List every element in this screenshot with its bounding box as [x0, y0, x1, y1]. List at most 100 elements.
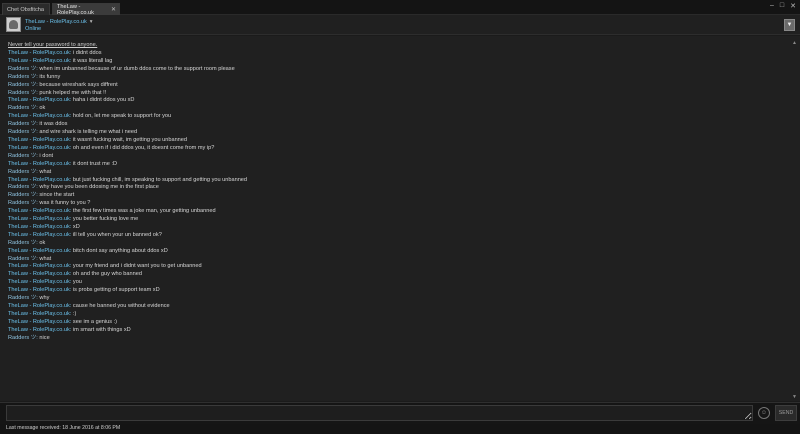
- message-author: Radders ツ:: [8, 295, 38, 302]
- message-text: its funny: [39, 73, 61, 80]
- chat-message: Radders ツ: i dont: [8, 153, 778, 161]
- message-list: TheLaw - RolePlay.co.uk: i didnt ddos The…: [8, 50, 778, 343]
- message-author: TheLaw - RolePlay.co.uk:: [8, 160, 72, 167]
- tab-label: TheLaw - RolePlay.co.uk: [57, 3, 94, 16]
- chat-message: TheLaw - RolePlay.co.uk: but just fuckin…: [8, 177, 778, 185]
- avatar[interactable]: [6, 17, 21, 32]
- chat-message: Radders ツ: what: [8, 169, 778, 177]
- message-text: your my friend and i didnt want you to g…: [72, 263, 202, 270]
- message-author: Radders ツ:: [8, 152, 38, 159]
- message-author: TheLaw - RolePlay.co.uk:: [8, 208, 72, 215]
- message-author: TheLaw - RolePlay.co.uk:: [8, 287, 72, 294]
- message-text: i didnt ddos: [72, 50, 102, 56]
- message-text: but just fucking chill, im speaking to s…: [72, 176, 248, 183]
- tab-thelaw[interactable]: TheLaw - RolePlay.co.uk ✕: [52, 3, 120, 16]
- emoticon-button[interactable]: ☺: [758, 407, 770, 419]
- chat-message: Radders ツ: it was ddos: [8, 121, 778, 129]
- window-controls: – □ ✕: [770, 2, 796, 10]
- chat-message: Radders ツ: and wire shark is telling me …: [8, 129, 778, 137]
- message-text: was it funny to you ?: [39, 200, 91, 207]
- chat-message: TheLaw - RolePlay.co.uk: it dont trust m…: [8, 161, 778, 169]
- chat-message: Radders ツ: was it funny to you ?: [8, 200, 778, 208]
- message-text: see im a genius :): [72, 318, 118, 325]
- message-author: Radders ツ:: [8, 89, 38, 96]
- message-author: Radders ツ:: [8, 168, 38, 175]
- message-text: is probs getting of support team xD: [72, 287, 160, 294]
- message-author: Radders ツ:: [8, 255, 38, 262]
- chat-message: TheLaw - RolePlay.co.uk: bitch dont say …: [8, 248, 778, 256]
- message-author: Radders ツ:: [8, 73, 38, 80]
- message-text: ok: [39, 105, 46, 112]
- tab-chet[interactable]: Chet Obsfitcha: [2, 3, 50, 15]
- close-icon[interactable]: ✕: [111, 6, 116, 13]
- chat-message: TheLaw - RolePlay.co.uk: you better fuck…: [8, 216, 778, 224]
- password-warning: Never tell your password to anyone.: [8, 42, 98, 48]
- message-author: Radders ツ:: [8, 105, 38, 112]
- chat-message: TheLaw - RolePlay.co.uk: it was literall…: [8, 58, 778, 66]
- message-author: Radders ツ:: [8, 192, 38, 199]
- chevron-down-icon: ▾: [89, 19, 93, 25]
- scroll-down-icon[interactable]: ▼: [792, 394, 797, 400]
- chat-message: TheLaw - RolePlay.co.uk: see im a genius…: [8, 319, 778, 327]
- message-text: bitch dont say anything about ddos xD: [72, 247, 168, 254]
- chat-message: Radders ツ: its funny: [8, 74, 778, 82]
- chat-message: Radders ツ: when im unbanned because of u…: [8, 66, 778, 74]
- message-text: it was ddos: [39, 121, 68, 128]
- chat-message: Radders ツ: nice: [8, 335, 778, 343]
- chat-message: TheLaw - RolePlay.co.uk: i didnt ddos: [8, 50, 778, 58]
- message-author: TheLaw - RolePlay.co.uk:: [8, 303, 72, 309]
- chevron-down-icon: ▼: [786, 22, 793, 28]
- chat-message: TheLaw - RolePlay.co.uk: ill tell you wh…: [8, 232, 778, 240]
- message-text: it was literall lag: [72, 57, 113, 64]
- message-author: Radders ツ:: [8, 239, 38, 246]
- chat-options-button[interactable]: ▼: [784, 19, 795, 31]
- message-text: it wasnt fucking wait, im getting you un…: [72, 136, 188, 143]
- friend-name-label: TheLaw - RolePlay.co.uk: [25, 19, 87, 25]
- message-author: TheLaw - RolePlay.co.uk:: [8, 231, 72, 238]
- last-message-time: Last message received: 18 June 2016 at 8…: [6, 425, 121, 431]
- chat-message: TheLaw - RolePlay.co.uk: it wasnt fuckin…: [8, 137, 778, 145]
- send-button[interactable]: SEND: [775, 405, 797, 421]
- message-text: xD: [72, 223, 80, 230]
- message-author: TheLaw - RolePlay.co.uk:: [8, 318, 72, 325]
- message-text: punk helped me with that !!: [39, 89, 107, 96]
- message-author: Radders ツ:: [8, 334, 38, 341]
- chat-message: Radders ツ: why: [8, 295, 778, 303]
- message-author: Radders ツ:: [8, 65, 38, 72]
- chat-message: TheLaw - RolePlay.co.uk: hold on, let me…: [8, 113, 778, 121]
- message-author: TheLaw - RolePlay.co.uk:: [8, 57, 72, 64]
- maximize-button[interactable]: □: [780, 2, 784, 10]
- chat-message: Radders ツ: ok: [8, 240, 778, 248]
- message-text: you better fucking love me: [72, 216, 139, 223]
- message-text: oh and the guy who banned: [72, 271, 142, 278]
- chat-message: TheLaw - RolePlay.co.uk: haha i didnt dd…: [8, 97, 778, 105]
- friend-name[interactable]: TheLaw - RolePlay.co.uk ▾: [25, 19, 93, 25]
- message-author: TheLaw - RolePlay.co.uk:: [8, 326, 72, 333]
- minimize-button[interactable]: –: [770, 2, 774, 10]
- chat-message: Radders ツ: what: [8, 256, 778, 264]
- smiley-icon: ☺: [760, 410, 768, 416]
- tab-label: Chet Obsfitcha: [7, 6, 44, 13]
- chat-message: TheLaw - RolePlay.co.uk: you: [8, 279, 778, 287]
- message-author: TheLaw - RolePlay.co.uk:: [8, 271, 72, 278]
- message-author: TheLaw - RolePlay.co.uk:: [8, 176, 72, 183]
- message-text: nice: [39, 334, 50, 341]
- message-text: i dont: [39, 152, 54, 159]
- scroll-up-icon[interactable]: ▲: [792, 40, 797, 46]
- message-author: TheLaw - RolePlay.co.uk:: [8, 136, 72, 143]
- friend-status: Online: [25, 26, 42, 32]
- chat-message: TheLaw - RolePlay.co.uk: the first few t…: [8, 208, 778, 216]
- message-author: Radders ツ:: [8, 81, 38, 88]
- message-author: Radders ツ:: [8, 121, 38, 128]
- message-text: im smart with things xD: [72, 326, 131, 333]
- message-author: TheLaw - RolePlay.co.uk:: [8, 144, 72, 151]
- message-author: Radders ツ:: [8, 129, 38, 136]
- scrollbar[interactable]: ▲ ▼: [792, 40, 798, 400]
- chat-message: Radders ツ: why have you been ddosing me …: [8, 184, 778, 192]
- message-text: what: [39, 255, 52, 262]
- message-text: why have you been ddosing me in the firs…: [39, 184, 159, 191]
- message-input[interactable]: [6, 405, 753, 421]
- message-text: :): [72, 310, 77, 317]
- close-window-button[interactable]: ✕: [790, 2, 796, 10]
- message-author: Radders ツ:: [8, 200, 38, 207]
